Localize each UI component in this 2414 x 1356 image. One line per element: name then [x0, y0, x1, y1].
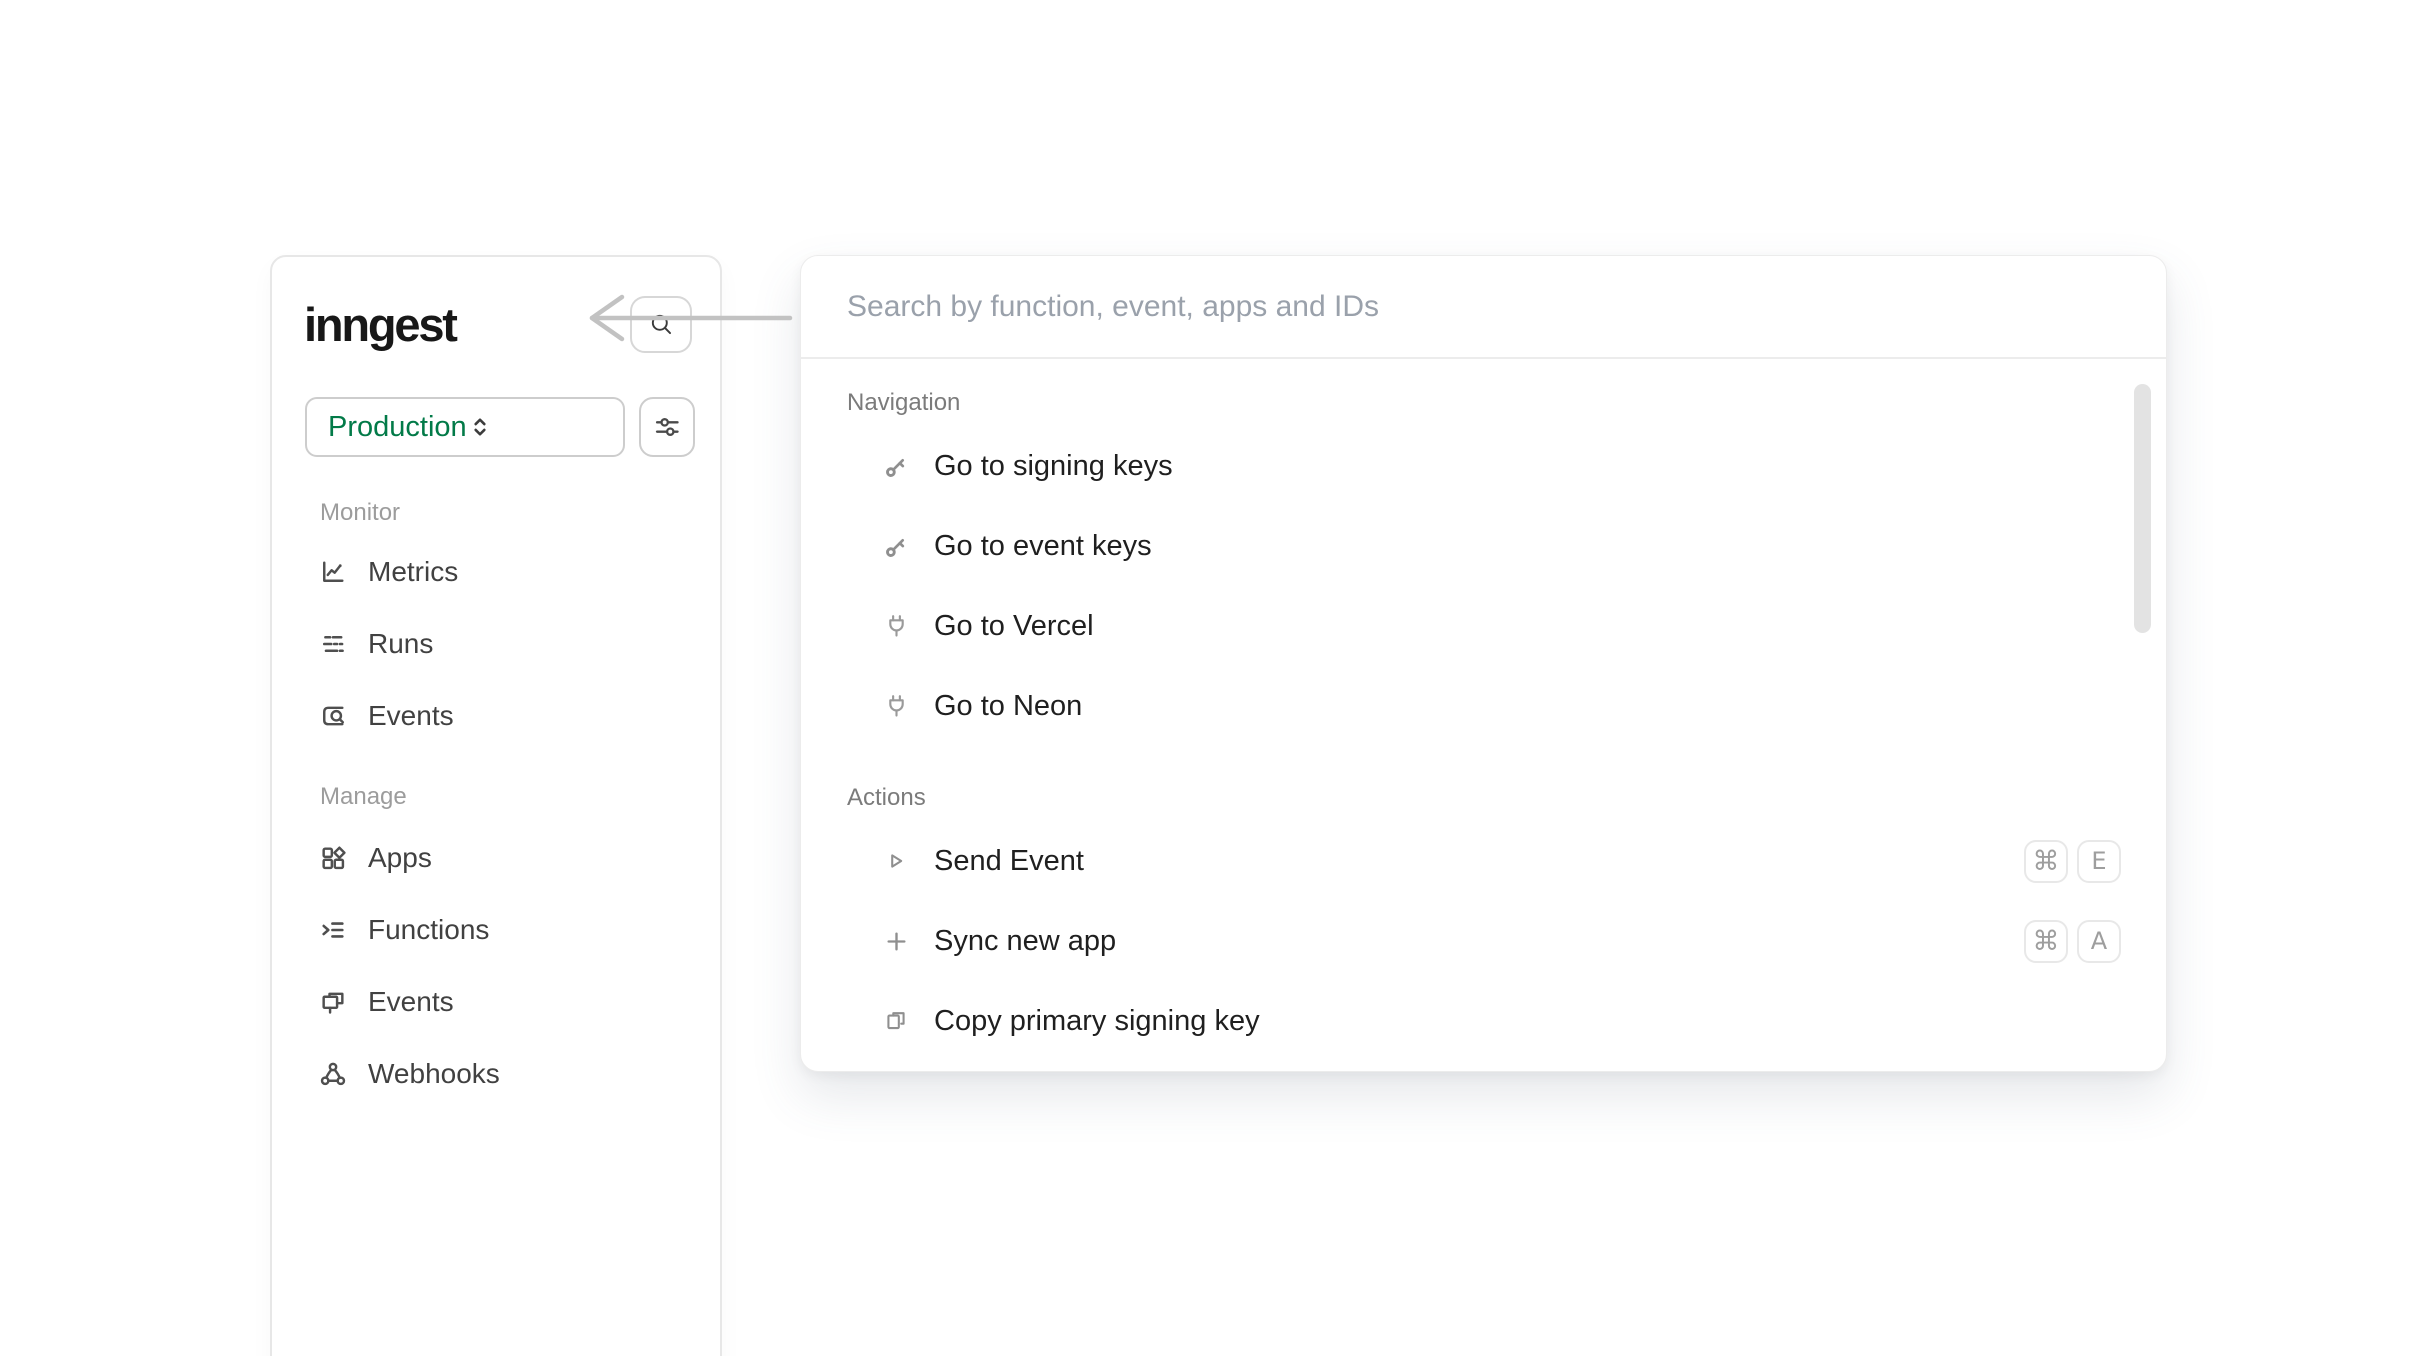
play-icon [881, 846, 911, 876]
command-palette-search-row [801, 256, 2166, 359]
palette-item-label: Sync new app [934, 925, 1116, 958]
palette-item-go-to-event-keys[interactable]: Go to event keys [847, 506, 2121, 586]
palette-item-label: Go to signing keys [934, 450, 1173, 483]
sidebar-section-monitor-label: Monitor [320, 501, 720, 525]
letter-key: E [2077, 840, 2121, 883]
palette-item-label: Copy primary signing key [934, 1005, 1260, 1038]
sidebar-item-label: Functions [368, 914, 489, 946]
palette-item-label: Go to event keys [934, 530, 1152, 563]
plus-icon [881, 926, 911, 956]
sidebar-item-runs[interactable]: Runs [272, 608, 720, 680]
key-icon [881, 531, 911, 561]
group-label-navigation: Navigation [847, 389, 2121, 417]
letter-key: A [2077, 920, 2121, 963]
inngest-logo: inngest [304, 297, 456, 352]
sidebar-item-metrics[interactable]: Metrics [272, 536, 720, 608]
annotation-arrow-left-icon [578, 290, 808, 346]
palette-item-go-to-neon[interactable]: Go to Neon [847, 666, 2121, 746]
sidebar-item-webhooks[interactable]: Webhooks [272, 1038, 720, 1110]
shortcut-keys: ⌘ A [2024, 920, 2121, 963]
shortcut-keys: ⌘ E [2024, 840, 2121, 883]
command-key: ⌘ [2024, 840, 2068, 883]
actions-group-items: Send Event ⌘ E Sync new app ⌘ [847, 821, 2121, 1061]
environment-filter-button[interactable] [639, 397, 695, 457]
scrollbar-thumb[interactable] [2134, 384, 2151, 633]
functions-list-icon [319, 916, 347, 944]
key-icon [881, 451, 911, 481]
sidebar-item-functions[interactable]: Functions [272, 894, 720, 966]
sidebar-item-label: Events [368, 700, 454, 732]
command-palette-results: Navigation Go to signing keys [801, 389, 2166, 1061]
sidebar-item-events-monitor[interactable]: Events [272, 680, 720, 752]
palette-item-go-to-vercel[interactable]: Go to Vercel [847, 586, 2121, 666]
copy-icon [881, 1006, 911, 1036]
sidebar-item-label: Apps [368, 842, 432, 874]
apps-grid-icon [319, 844, 347, 872]
plug-icon [881, 611, 911, 641]
plug-icon [881, 691, 911, 721]
filter-sliders-icon [653, 413, 681, 441]
sidebar-monitor-items: Metrics Runs [272, 536, 720, 752]
palette-item-copy-primary-signing-key[interactable]: Copy primary signing key [847, 981, 2121, 1061]
palette-item-send-event[interactable]: Send Event ⌘ E [847, 821, 2121, 901]
navigation-group-items: Go to signing keys Go to event keys [847, 426, 2121, 746]
sidebar-item-label: Metrics [368, 556, 458, 588]
palette-item-go-to-signing-keys[interactable]: Go to signing keys [847, 426, 2121, 506]
sidebar-item-apps[interactable]: Apps [272, 822, 720, 894]
palette-item-label: Go to Neon [934, 690, 1082, 723]
metrics-chart-icon [319, 558, 347, 586]
runs-list-icon [319, 630, 347, 658]
chevron-up-down-icon [467, 414, 493, 440]
sidebar-manage-items: Apps Functions [272, 822, 720, 1110]
environment-row: Production [305, 397, 720, 457]
command-palette-search-input[interactable] [801, 256, 2166, 357]
sidebar: inngest Production [270, 255, 722, 1356]
command-key: ⌘ [2024, 920, 2068, 963]
sidebar-item-label: Webhooks [368, 1058, 500, 1090]
sidebar-item-label: Runs [368, 628, 433, 660]
group-label-actions: Actions [847, 784, 2121, 812]
sidebar-item-label: Events [368, 986, 454, 1018]
event-search-icon [319, 702, 347, 730]
sidebar-section-manage-label: Manage [320, 785, 720, 809]
environment-select[interactable]: Production [305, 397, 625, 457]
webhook-icon [319, 1060, 347, 1088]
page: inngest Production [0, 0, 2414, 1356]
palette-item-label: Go to Vercel [934, 610, 1094, 643]
sidebar-item-events-manage[interactable]: Events [272, 966, 720, 1038]
palette-item-label: Send Event [934, 845, 1084, 878]
palette-item-sync-new-app[interactable]: Sync new app ⌘ A [847, 901, 2121, 981]
command-palette: Navigation Go to signing keys [800, 255, 2167, 1072]
event-windows-icon [319, 988, 347, 1016]
environment-selected-value: Production [328, 411, 467, 444]
